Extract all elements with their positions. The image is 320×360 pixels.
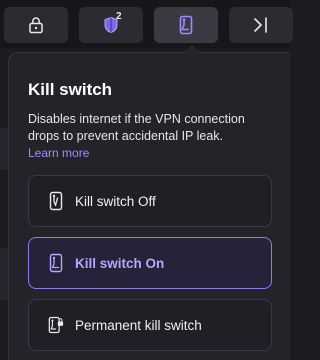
option-label: Kill switch Off [75,193,156,209]
option-kill-switch-off[interactable]: Kill switch Off [28,175,272,227]
option-permanent-kill-switch[interactable]: Permanent kill switch [28,299,272,351]
option-label: Kill switch On [75,255,165,271]
kill-switch-off-icon [48,191,64,211]
background-row [0,248,8,300]
collapse-button[interactable] [229,7,293,43]
option-kill-switch-on[interactable]: Kill switch On [28,237,272,289]
popup-title: Kill switch [28,80,113,99]
permanent-kill-switch-icon [48,315,64,335]
kill-switch-icon [179,15,193,35]
popup-caret-fill [186,47,198,53]
popup-description: Disables internet if the VPN connection … [28,112,245,143]
kill-switch-on-icon [48,253,64,273]
lock-button[interactable] [4,7,68,43]
top-toolbar: 2 [0,0,293,48]
lock-icon [29,17,43,34]
kill-switch-button[interactable] [154,7,218,43]
collapse-panel-icon [254,17,267,33]
option-label: Permanent kill switch [75,317,202,333]
kill-switch-popup: Kill switch Disables internet if the VPN… [8,46,290,360]
background-row [0,128,8,170]
netshield-button[interactable]: 2 [79,7,143,43]
learn-more-link[interactable]: Learn more [28,146,89,160]
shield-badge-count: 2 [116,11,122,22]
